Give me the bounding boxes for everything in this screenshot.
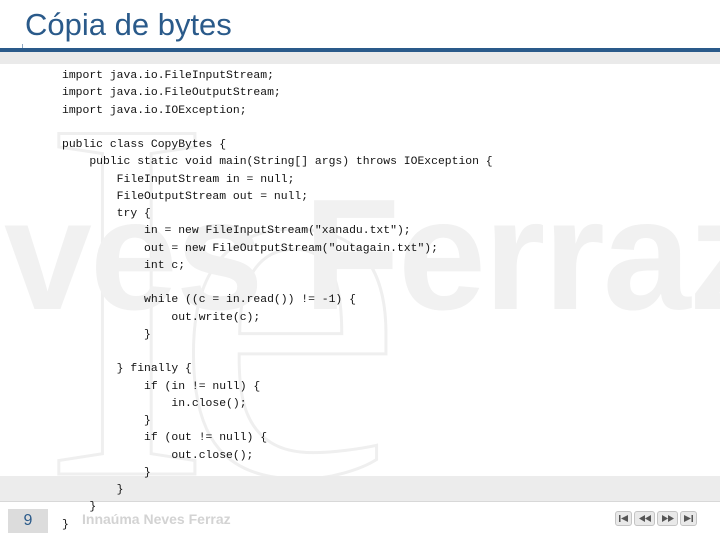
code-line: out = new FileOutputStream("outagain.txt…: [62, 242, 438, 255]
slide: Ie ves Ferraz Cópia de bytes import java…: [0, 0, 720, 540]
first-slide-icon: [619, 515, 628, 522]
code-line: public class CopyBytes {: [62, 139, 227, 151]
first-slide-button[interactable]: [615, 511, 632, 526]
code-line: }: [62, 466, 151, 479]
code-line: try {: [62, 208, 151, 220]
code-line: if (out != null) {: [62, 432, 268, 445]
previous-slide-button[interactable]: [634, 511, 655, 526]
code-line: }: [62, 415, 151, 427]
code-listing: import java.io.FileInputStream; import ja…: [62, 68, 493, 534]
last-slide-icon: [684, 515, 693, 522]
next-slide-icon: [661, 515, 674, 522]
author-name: Innaúma Neves Ferraz: [82, 511, 231, 527]
code-line: FileInputStream in = null;: [62, 173, 295, 186]
slide-navigation: [615, 511, 697, 526]
code-line: if (in != null) {: [62, 380, 261, 393]
code-line: while ((c = in.read()) != -1) {: [62, 294, 356, 307]
code-line: int c;: [62, 259, 186, 272]
code-line: FileOutputStream out = null;: [62, 190, 309, 203]
code-line: }: [62, 328, 151, 341]
code-line: out.write(c);: [62, 311, 261, 324]
title-shadow-band: [0, 52, 720, 64]
previous-slide-icon: [638, 515, 651, 522]
code-line: } finally {: [62, 363, 192, 376]
code-line: import java.io.FileOutputStream;: [62, 87, 281, 100]
last-slide-button[interactable]: [680, 511, 697, 526]
next-slide-button[interactable]: [657, 511, 678, 526]
slide-title: Cópia de bytes: [25, 7, 232, 42]
slide-number: 9: [8, 509, 48, 533]
code-line: public static void main(String[] args) t…: [62, 156, 493, 169]
code-line: import java.io.IOException;: [62, 104, 247, 117]
code-line: in.close();: [62, 397, 247, 410]
code-line: import java.io.FileInputStream;: [62, 70, 274, 82]
code-line: out.close();: [62, 449, 254, 462]
code-line: }: [62, 484, 124, 496]
code-line: in = new FileInputStream("xanadu.txt");: [62, 225, 411, 238]
